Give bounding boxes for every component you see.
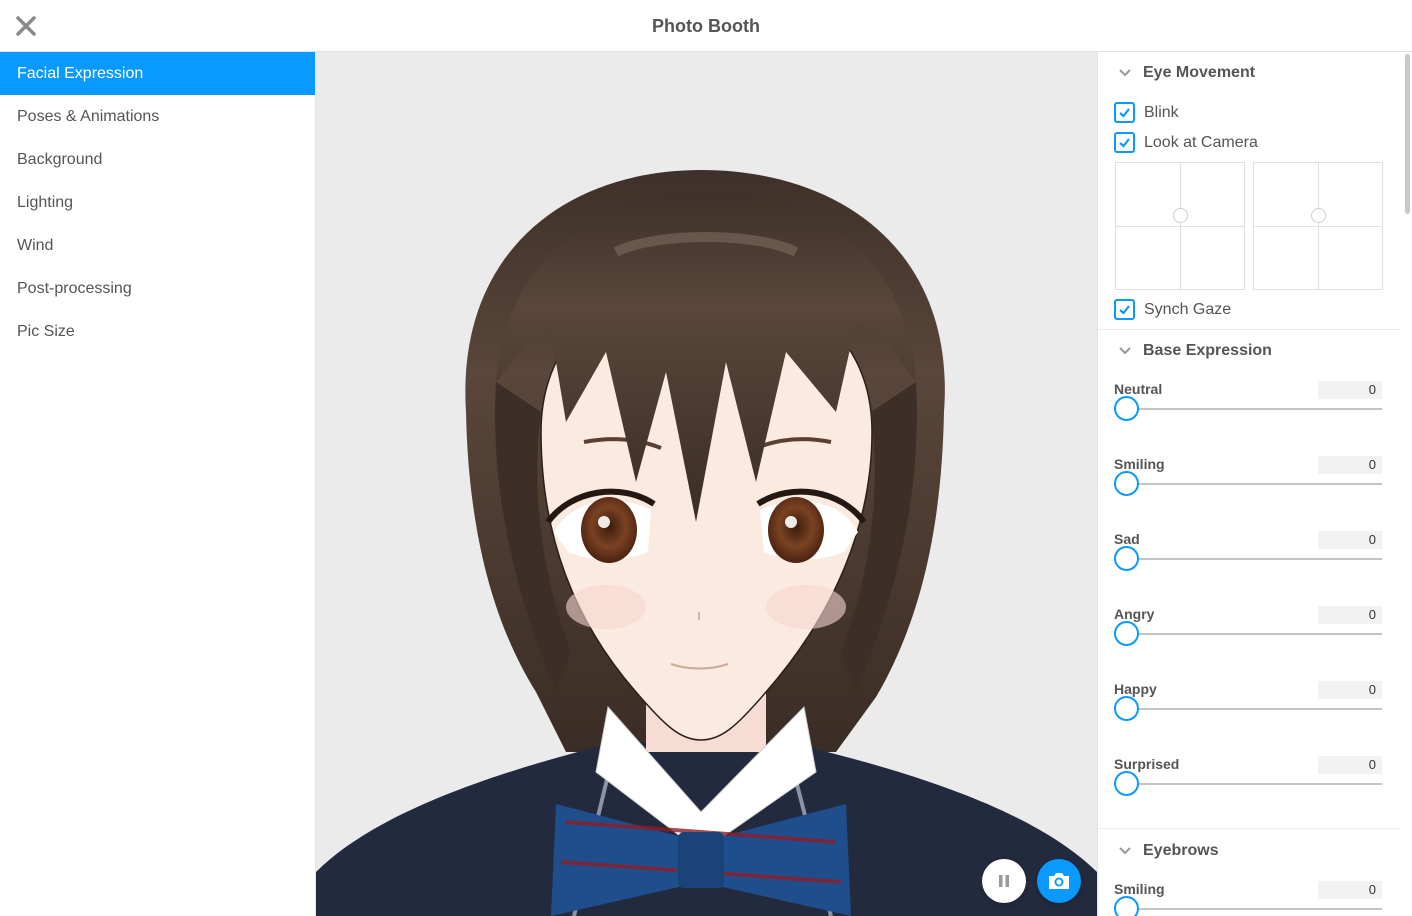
eyebrows-title: Eyebrows xyxy=(1143,842,1219,859)
sidebar-item-lighting[interactable]: Lighting xyxy=(0,181,315,224)
slider-value-input[interactable]: 0 xyxy=(1318,381,1382,399)
pause-icon xyxy=(999,875,1009,887)
sidebar-item-pic-size[interactable]: Pic Size xyxy=(0,310,315,353)
slider-label: Smiling xyxy=(1114,456,1165,472)
sad-slider[interactable]: Sad 0 xyxy=(1114,531,1384,581)
title-bar: Photo Booth xyxy=(0,0,1412,52)
synch-gaze-checkbox[interactable]: Synch Gaze xyxy=(1114,299,1231,320)
window-title: Photo Booth xyxy=(652,16,760,36)
section-divider xyxy=(1098,329,1400,330)
left-eye-gaze-pad[interactable] xyxy=(1115,162,1245,290)
synch-gaze-label: Synch Gaze xyxy=(1144,300,1232,318)
slider-track[interactable] xyxy=(1114,708,1382,710)
blink-check-box[interactable] xyxy=(1114,102,1135,123)
slider-label: Happy xyxy=(1114,681,1157,697)
slider-track[interactable] xyxy=(1114,783,1382,785)
base-expression-header[interactable]: Base Expression xyxy=(1118,342,1272,360)
slider-track[interactable] xyxy=(1114,633,1382,635)
slider-label: Angry xyxy=(1114,606,1155,622)
camera-icon xyxy=(1049,873,1069,889)
avatar-render xyxy=(316,170,1097,916)
blink-label: Blink xyxy=(1144,103,1179,121)
look-at-camera-check-box[interactable] xyxy=(1114,132,1135,153)
pause-button[interactable] xyxy=(982,859,1026,903)
slider-track[interactable] xyxy=(1114,558,1382,560)
slider-value-input[interactable]: 0 xyxy=(1318,756,1382,774)
slider-thumb[interactable] xyxy=(1114,546,1139,571)
slider-thumb[interactable] xyxy=(1114,896,1139,916)
left-eye-gaze-handle[interactable] xyxy=(1173,208,1188,223)
slider-track[interactable] xyxy=(1114,483,1382,485)
check-icon xyxy=(1119,138,1130,148)
panel-scrollbar[interactable] xyxy=(1405,54,1410,214)
slider-thumb[interactable] xyxy=(1114,621,1139,646)
slider-label: Smiling xyxy=(1114,881,1165,897)
check-icon xyxy=(1119,305,1130,315)
take-photo-button[interactable] xyxy=(1037,859,1081,903)
neutral-slider[interactable]: Neutral 0 xyxy=(1114,381,1384,431)
sidebar-item-background[interactable]: Background xyxy=(0,138,315,181)
sidebar: Facial Expression Poses & Animations Bac… xyxy=(0,52,316,916)
chevron-down-icon xyxy=(1119,347,1131,355)
sidebar-item-facial-expression[interactable]: Facial Expression xyxy=(0,52,315,95)
right-eye-gaze-handle[interactable] xyxy=(1311,208,1326,223)
chevron-down-icon xyxy=(1119,847,1131,855)
eye-movement-title: Eye Movement xyxy=(1143,64,1256,81)
gaze-pad-v-line xyxy=(1180,163,1181,289)
surprised-slider[interactable]: Surprised 0 xyxy=(1114,756,1384,806)
slider-thumb[interactable] xyxy=(1114,696,1139,721)
check-icon xyxy=(1119,108,1130,118)
smiling-slider[interactable]: Smiling 0 xyxy=(1114,456,1384,506)
slider-value-input[interactable]: 0 xyxy=(1318,456,1382,474)
gaze-pad-v-line xyxy=(1318,163,1319,289)
expression-settings-panel: Eye Movement Blink Look at Camera Synch … xyxy=(1097,52,1412,916)
slider-value-input[interactable]: 0 xyxy=(1318,531,1382,549)
slider-value-input[interactable]: 0 xyxy=(1318,606,1382,624)
synch-gaze-check-box[interactable] xyxy=(1114,299,1135,320)
slider-label: Neutral xyxy=(1114,381,1163,397)
slider-label: Surprised xyxy=(1114,756,1180,772)
eyebrows-smiling-slider[interactable]: Smiling 0 xyxy=(1114,881,1384,916)
sidebar-item-post-processing[interactable]: Post-processing xyxy=(0,267,315,310)
base-expression-title: Base Expression xyxy=(1143,342,1272,359)
happy-slider[interactable]: Happy 0 xyxy=(1114,681,1384,731)
slider-thumb[interactable] xyxy=(1114,396,1139,421)
right-eye-gaze-pad[interactable] xyxy=(1253,162,1383,290)
eye-movement-header[interactable]: Eye Movement xyxy=(1118,64,1255,82)
slider-track[interactable] xyxy=(1114,908,1382,910)
sidebar-item-wind[interactable]: Wind xyxy=(0,224,315,267)
slider-value-input[interactable]: 0 xyxy=(1318,881,1382,899)
eyebrows-header[interactable]: Eyebrows xyxy=(1118,842,1219,860)
section-divider xyxy=(1098,828,1400,829)
slider-thumb[interactable] xyxy=(1114,471,1139,496)
avatar-viewport[interactable] xyxy=(316,52,1097,916)
slider-thumb[interactable] xyxy=(1114,771,1139,796)
angry-slider[interactable]: Angry 0 xyxy=(1114,606,1384,656)
look-at-camera-checkbox[interactable]: Look at Camera xyxy=(1114,132,1258,153)
sidebar-item-poses-animations[interactable]: Poses & Animations xyxy=(0,95,315,138)
slider-track[interactable] xyxy=(1114,408,1382,410)
look-at-camera-label: Look at Camera xyxy=(1144,133,1258,151)
slider-value-input[interactable]: 0 xyxy=(1318,681,1382,699)
slider-label: Sad xyxy=(1114,531,1140,547)
chevron-down-icon xyxy=(1119,69,1131,77)
blink-checkbox[interactable]: Blink xyxy=(1114,102,1179,123)
